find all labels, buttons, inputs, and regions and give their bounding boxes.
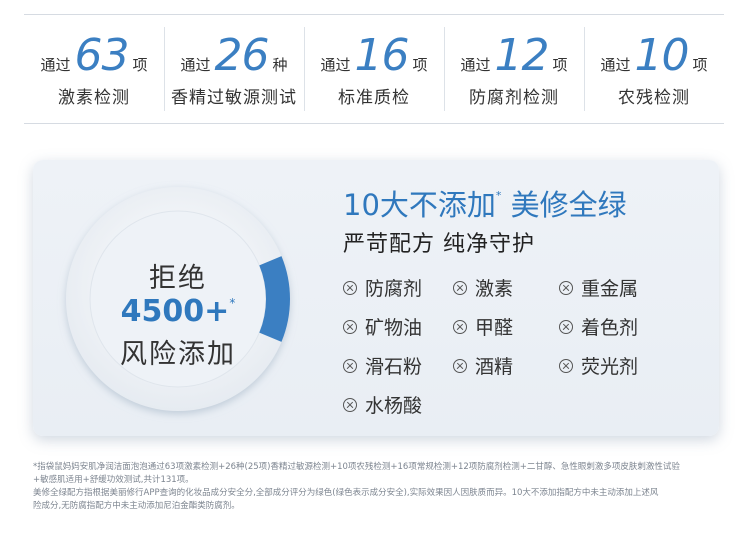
headline: 10大不添加* 美修全绿 bbox=[343, 182, 627, 224]
circle-x-icon bbox=[559, 319, 573, 334]
no-additives-card: 拒绝 4500+* 风险添加 10大不添加* 美修全绿 严苛配方 纯净守护 防腐… bbox=[33, 160, 719, 436]
list-item: 酒精 bbox=[453, 352, 513, 379]
stat-desc: 防腐剂检测 bbox=[469, 87, 559, 108]
headline-part1: 10大不添加 bbox=[343, 188, 496, 222]
list-item: 防腐剂 bbox=[343, 274, 422, 301]
headline-part2: 美修全绿 bbox=[510, 188, 627, 222]
item-label: 荧光剂 bbox=[581, 356, 639, 378]
stat-suffix: 项 bbox=[132, 55, 148, 74]
footnote-line: 美修全绿配方指根据美丽修行APP查询的化妆品成分安全分,全部成分评分为绿色(绿色… bbox=[33, 488, 659, 498]
excluded-ingredients-list: 防腐剂 激素 重金属 矿物油 甲醛 着色剂 滑石粉 酒精 荧光剂 水杨酸 bbox=[343, 274, 703, 434]
stat-hormone: 通过 63 项 激素检测 bbox=[24, 15, 164, 123]
item-label: 重金属 bbox=[581, 278, 639, 300]
list-item: 矿物油 bbox=[343, 313, 422, 340]
stat-desc: 农残检测 bbox=[618, 87, 690, 108]
stat-desc: 香精过敏源测试 bbox=[171, 87, 297, 108]
stat-suffix: 项 bbox=[692, 55, 708, 74]
stat-number: 26 bbox=[214, 29, 270, 81]
circle-x-icon bbox=[343, 319, 357, 334]
circle-x-icon bbox=[343, 280, 357, 295]
circle-x-icon bbox=[343, 397, 357, 412]
list-item: 滑石粉 bbox=[343, 352, 422, 379]
footnote-line: *指袋鼠妈妈安肌净润洁面泡泡通过63项激素检测+26种(25项)香精过敏源检测+… bbox=[33, 462, 680, 472]
item-label: 着色剂 bbox=[581, 317, 639, 339]
stat-number: 63 bbox=[74, 29, 130, 81]
list-item: 水杨酸 bbox=[343, 391, 422, 418]
headline-mark: * bbox=[495, 189, 502, 202]
item-label: 水杨酸 bbox=[365, 395, 423, 417]
item-label: 甲醛 bbox=[475, 317, 514, 339]
list-item: 重金属 bbox=[559, 274, 638, 301]
stat-pesticide: 通过 10 项 农残检测 bbox=[584, 15, 724, 123]
footnote-line: +敏感肌适用+舒缓功效测试,共计131项。 bbox=[33, 475, 194, 485]
ring-count-mark: * bbox=[229, 296, 236, 310]
item-label: 酒精 bbox=[475, 356, 514, 378]
stat-desc: 激素检测 bbox=[58, 87, 130, 108]
ring-line-refuse: 拒绝 bbox=[149, 263, 207, 294]
stat-number: 12 bbox=[494, 29, 550, 81]
stats-strip: 通过 63 项 激素检测 通过 26 种 香精过敏源测试 通过 16 项 标准质… bbox=[24, 14, 724, 124]
circle-x-icon bbox=[453, 319, 467, 334]
circle-x-icon bbox=[453, 358, 467, 373]
list-item: 荧光剂 bbox=[559, 352, 638, 379]
stat-prefix: 通过 bbox=[320, 55, 351, 74]
footnote-line: 险成分,无防腐指配方中未主动添加尼泊金酯类防腐剂。 bbox=[33, 501, 240, 511]
circle-x-icon bbox=[453, 280, 467, 295]
ring-line-risk: 风险添加 bbox=[120, 339, 236, 370]
stat-fragrance: 通过 26 种 香精过敏源测试 bbox=[164, 15, 304, 123]
subheadline: 严苛配方 纯净守护 bbox=[343, 232, 535, 257]
stat-suffix: 项 bbox=[412, 55, 428, 74]
stat-number: 16 bbox=[354, 29, 410, 81]
list-item: 着色剂 bbox=[559, 313, 638, 340]
item-label: 滑石粉 bbox=[365, 356, 423, 378]
stat-prefix: 通过 bbox=[40, 55, 71, 74]
stat-quality: 通过 16 项 标准质检 bbox=[304, 15, 444, 123]
stat-number: 10 bbox=[634, 29, 690, 81]
stat-preservative: 通过 12 项 防腐剂检测 bbox=[444, 15, 584, 123]
circle-x-icon bbox=[559, 280, 573, 295]
stat-prefix: 通过 bbox=[180, 55, 211, 74]
stat-suffix: 项 bbox=[552, 55, 568, 74]
stat-suffix: 种 bbox=[272, 55, 288, 74]
stat-prefix: 通过 bbox=[600, 55, 631, 74]
ring-count: 4500+* bbox=[53, 294, 303, 329]
circle-x-icon bbox=[559, 358, 573, 373]
item-label: 矿物油 bbox=[365, 317, 423, 339]
list-item: 甲醛 bbox=[453, 313, 513, 340]
item-label: 防腐剂 bbox=[365, 278, 423, 300]
item-label: 激素 bbox=[475, 278, 514, 300]
stat-desc: 标准质检 bbox=[338, 87, 410, 108]
stat-prefix: 通过 bbox=[460, 55, 491, 74]
circle-x-icon bbox=[343, 358, 357, 373]
footnote: *指袋鼠妈妈安肌净润洁面泡泡通过63项激素检测+26种(25项)香精过敏源检测+… bbox=[33, 461, 723, 513]
ring-label: 拒绝 4500+* 风险添加 bbox=[53, 174, 303, 424]
ring-count-value: 4500+ bbox=[120, 294, 230, 329]
list-item: 激素 bbox=[453, 274, 513, 301]
